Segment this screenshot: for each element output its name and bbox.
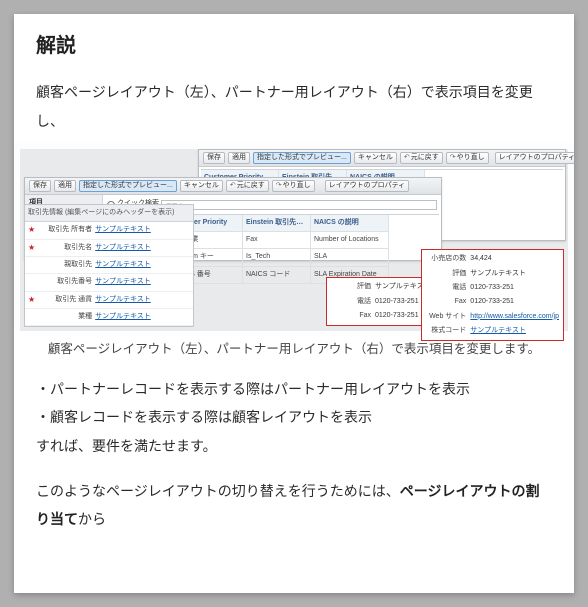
list-row: ★業種サンプルテキスト bbox=[25, 309, 193, 326]
highlight-box-right: 小売店の数34,424 評価サンプルテキスト 電話0120-733-251 Fa… bbox=[421, 249, 564, 341]
field-label: 親取引先 bbox=[38, 258, 92, 272]
toolbar-right: 保存 適用 指定した形式でプレビュー... キャンセル 元に戻す やり直し レイ… bbox=[199, 150, 565, 167]
list-row: ★取引先 所有者サンプルテキスト bbox=[25, 222, 193, 239]
figure-caption: 顧客ページレイアウト（左）、パートナー用レイアウト（右）で表示項目を変更します。 bbox=[36, 339, 552, 360]
article-title: 解説 bbox=[36, 32, 552, 60]
layout-properties-button[interactable]: レイアウトのプロパティ bbox=[495, 152, 574, 164]
cancel-button[interactable]: キャンセル bbox=[180, 180, 223, 192]
bullet-item: ・パートナーレコードを表示する際はパートナー用レイアウトを表示 bbox=[36, 375, 552, 404]
detail-list-left: 取引先情報 (編集ページにのみヘッダーを表示) ★取引先 所有者サンプルテキスト… bbox=[24, 204, 194, 327]
apply-button[interactable]: 適用 bbox=[54, 180, 76, 192]
field-value[interactable]: サンプルテキスト bbox=[95, 241, 151, 255]
kv-value: 0120-733-251 bbox=[470, 281, 514, 295]
required-icon: ★ bbox=[28, 244, 35, 252]
layout-properties-button[interactable]: レイアウトのプロパティ bbox=[325, 180, 410, 192]
field-label: 取引先番号 bbox=[38, 275, 92, 289]
highlight-box-left: 評価サンプルテキスト 電話0120-733-251 Fax0120-733-25… bbox=[326, 277, 436, 326]
quick-search-input[interactable]: 項目名 bbox=[161, 200, 437, 210]
kv-value: 34,424 bbox=[470, 252, 491, 266]
kv-key: Fax bbox=[426, 295, 466, 309]
grid-cell[interactable]: Fax bbox=[243, 232, 311, 249]
bullet-item: ・顧客レコードを表示する際は顧客レイアウトを表示 bbox=[36, 403, 552, 432]
kv-key: 評価 bbox=[331, 280, 371, 294]
grid-cell[interactable]: Is_Tech bbox=[243, 249, 311, 266]
grid-cell[interactable]: SLA bbox=[311, 249, 389, 266]
redo-button[interactable]: やり直し bbox=[446, 152, 489, 164]
kv-value: サンプルテキスト bbox=[470, 267, 526, 281]
field-label: 取引先 所有者 bbox=[38, 223, 92, 237]
required-icon: ★ bbox=[28, 296, 35, 304]
cancel-button[interactable]: キャンセル bbox=[354, 152, 397, 164]
undo-button[interactable]: 元に戻す bbox=[226, 180, 269, 192]
apply-button[interactable]: 適用 bbox=[228, 152, 250, 164]
field-value[interactable]: サンプルテキスト bbox=[95, 223, 151, 237]
kv-key: 小売店の数 bbox=[426, 252, 466, 266]
kv-value: 0120-733-251 bbox=[375, 295, 419, 309]
field-value[interactable]: サンプルテキスト bbox=[95, 293, 151, 307]
undo-button[interactable]: 元に戻す bbox=[400, 152, 443, 164]
closing-post: から bbox=[78, 511, 106, 527]
bullet-suffix: すれば、要件を満たせます。 bbox=[36, 432, 552, 461]
kv-key: Fax bbox=[331, 309, 371, 323]
grid-cell[interactable]: Number of Locations bbox=[311, 232, 389, 249]
grid-cell[interactable]: NAICS の説明 bbox=[311, 215, 389, 232]
field-value[interactable]: サンプルテキスト bbox=[95, 310, 151, 324]
kv-key: 電話 bbox=[426, 281, 466, 295]
kv-key: 株式コード bbox=[426, 324, 466, 338]
field-label: 取引先 通貨 bbox=[38, 293, 92, 307]
toolbar-left: 保存 適用 指定した形式でプレビュー... キャンセル 元に戻す やり直し レイ… bbox=[25, 178, 441, 195]
kv-value[interactable]: http://www.salesforce.com/jp bbox=[470, 310, 559, 324]
preview-as-button[interactable]: 指定した形式でプレビュー... bbox=[253, 152, 351, 164]
list-row: ★取引先名サンプルテキスト bbox=[25, 240, 193, 257]
article-card: 解説 顧客ページレイアウト（左）、パートナー用レイアウト（右）で表示項目を変更し… bbox=[14, 14, 574, 593]
save-button[interactable]: 保存 bbox=[29, 180, 51, 192]
kv-key: Web サイト bbox=[426, 310, 466, 324]
screenshot-region: 保存 適用 指定した形式でプレビュー... キャンセル 元に戻す やり直し レイ… bbox=[20, 149, 568, 331]
list-row: ★取引先 通貨サンプルテキスト bbox=[25, 292, 193, 309]
kv-value[interactable]: サンプルテキスト bbox=[470, 324, 526, 338]
kv-key: 電話 bbox=[331, 295, 371, 309]
list-row: ★取引先番号サンプルテキスト bbox=[25, 274, 193, 291]
grid-cell[interactable]: NAICS コード bbox=[243, 267, 311, 284]
kv-key: 評価 bbox=[426, 267, 466, 281]
field-value[interactable]: サンプルテキスト bbox=[95, 258, 151, 272]
preview-as-button[interactable]: 指定した形式でプレビュー... bbox=[79, 180, 177, 192]
figure-wrap: 保存 適用 指定した形式でプレビュー... キャンセル 元に戻す やり直し レイ… bbox=[14, 143, 574, 331]
list-row: ★親取引先サンプルテキスト bbox=[25, 257, 193, 274]
required-icon: ★ bbox=[28, 226, 35, 234]
kv-value: 0120-733-251 bbox=[470, 295, 514, 309]
intro-paragraph: 顧客ページレイアウト（左）、パートナー用レイアウト（右）で表示項目を変更し、 bbox=[36, 78, 552, 135]
redo-button[interactable]: やり直し bbox=[272, 180, 315, 192]
field-label: 取引先名 bbox=[38, 241, 92, 255]
grid-cell[interactable]: Einstein 取引先階層 bbox=[243, 215, 311, 232]
field-value[interactable]: サンプルテキスト bbox=[95, 275, 151, 289]
closing-pre: このようなページレイアウトの切り替えを行うためには、 bbox=[36, 483, 400, 499]
closing-paragraph: このようなページレイアウトの切り替えを行うためには、ページレイアウトの割り当てか… bbox=[36, 477, 552, 534]
field-label: 業種 bbox=[38, 310, 92, 324]
save-button[interactable]: 保存 bbox=[203, 152, 225, 164]
kv-value: 0120-733-251 bbox=[375, 309, 419, 323]
detail-list-header: 取引先情報 (編集ページにのみヘッダーを表示) bbox=[25, 205, 193, 222]
